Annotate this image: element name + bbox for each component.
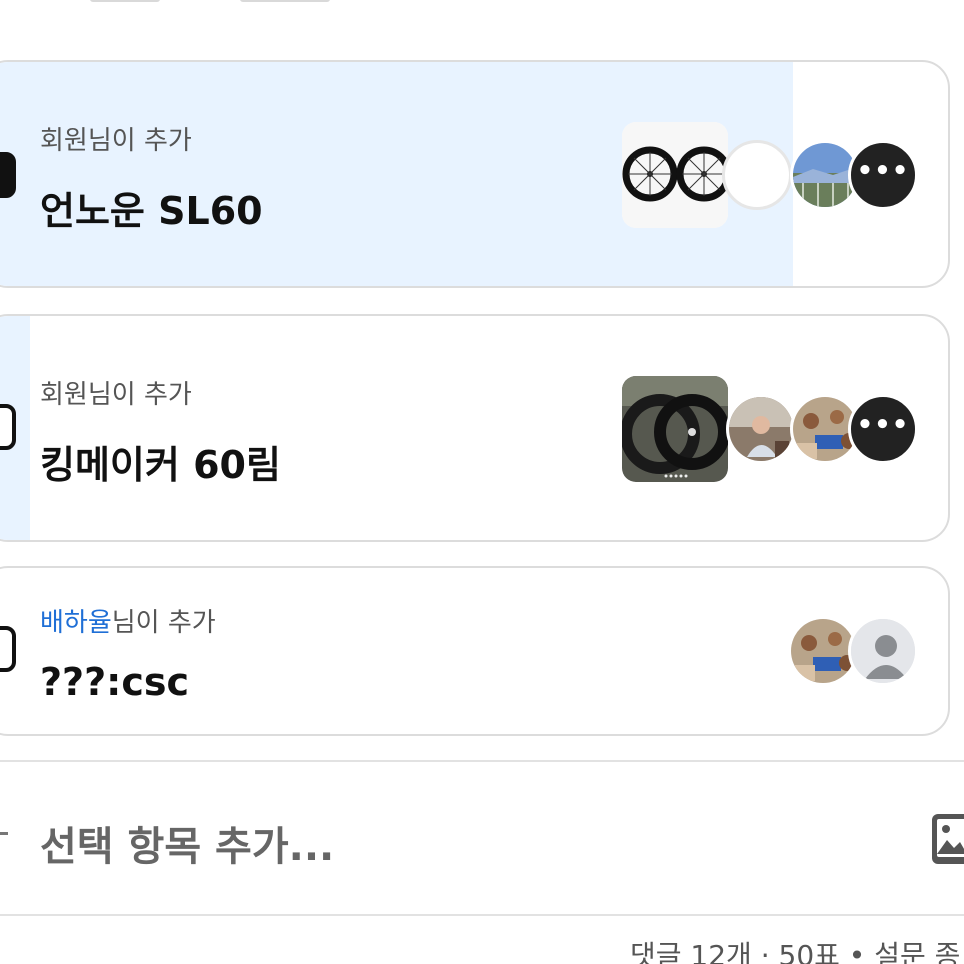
option-title: 킹메이커 60림 [40,443,281,487]
added-by-suffix: 님이 추가 [111,608,216,638]
option-added-by: 배하율님이 추가 [40,602,216,639]
option-added-by: 회원님이 추가 [40,120,192,157]
poll-option-2[interactable]: 회원님이 추가 킹메이커 60림 ••• [0,314,950,542]
option-added-by: 회원님이 추가 [40,374,192,411]
option-radio[interactable] [0,404,16,450]
poll-option-1[interactable]: 회원님이 추가 언노운 SL60 ••• [0,60,950,288]
divider [0,760,964,762]
add-option-input[interactable]: 선택 항목 추가... [40,814,334,872]
option-radio[interactable] [0,626,16,672]
plus-icon [0,832,8,835]
poll-option-3[interactable]: 배하율님이 추가 ???:csc [0,566,950,736]
poll-stats: 댓글 12개 · 50표 • 설문 종 [630,939,961,964]
more-voters-label: ••• [856,156,910,186]
option-title: 언노운 SL60 [40,189,263,233]
cut-off-text [240,0,330,2]
option-title: ???:csc [40,660,189,704]
option-image-wheels-photo[interactable] [622,376,728,482]
more-voters-icon[interactable]: ••• [848,140,918,210]
image-icon[interactable] [930,810,964,868]
poll-screen: 회원님이 추가 언노운 SL60 ••• 회원님이 추가 킹메이커 60림 ••… [0,0,964,964]
added-by-user[interactable]: 배하율 [40,608,112,638]
divider [0,914,964,916]
cut-off-text [90,0,160,2]
add-option-row[interactable]: 선택 항목 추가... [0,770,964,910]
default-user-icon[interactable] [848,616,918,686]
more-voters-icon[interactable]: ••• [848,394,918,464]
more-voters-label: ••• [856,410,910,440]
added-by-suffix: 회원님이 추가 [40,380,192,410]
top-strip [0,0,964,40]
option-image-wheels[interactable] [622,122,728,228]
voter-avatar-person[interactable] [726,394,796,464]
voter-avatar-blank[interactable] [722,140,792,210]
option-radio-checked[interactable] [0,152,16,198]
added-by-suffix: 회원님이 추가 [40,126,192,156]
